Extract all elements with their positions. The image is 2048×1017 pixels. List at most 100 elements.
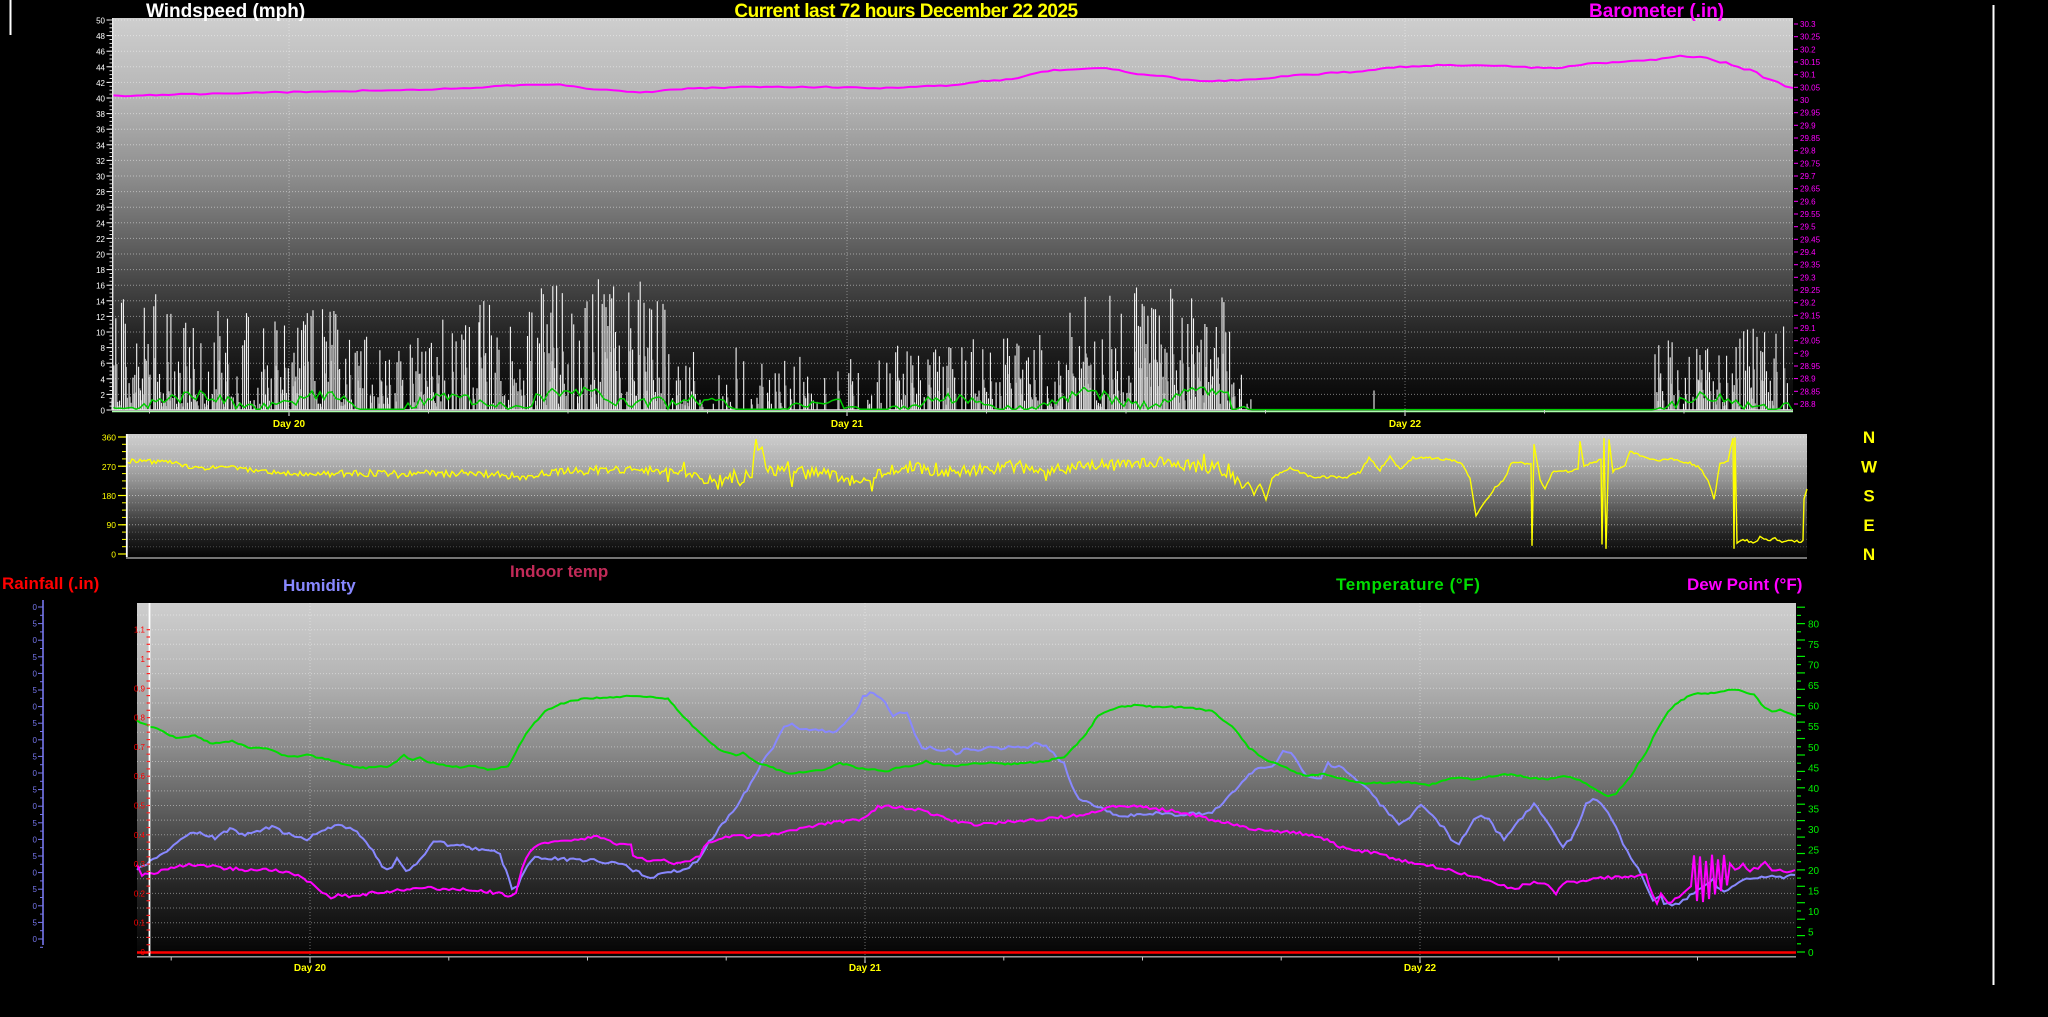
svg-text:Day 22: Day 22 [1389, 419, 1422, 430]
svg-text:0: 0 [33, 703, 38, 712]
svg-text:8: 8 [101, 344, 106, 353]
svg-text:12: 12 [96, 313, 105, 322]
svg-text:24: 24 [96, 219, 105, 228]
svg-text:10: 10 [1808, 907, 1820, 918]
svg-text:29.5: 29.5 [1800, 223, 1816, 232]
svg-text:Temperature (°F): Temperature (°F) [1336, 575, 1481, 594]
svg-text:48: 48 [96, 32, 105, 41]
svg-text:N: N [1863, 428, 1875, 447]
svg-text:Day 22: Day 22 [1404, 963, 1437, 974]
svg-text:80: 80 [1808, 620, 1820, 631]
svg-text:30: 30 [1800, 96, 1809, 105]
svg-text:29.85: 29.85 [1800, 134, 1821, 143]
svg-text:40: 40 [96, 95, 105, 104]
svg-text:Rainfall (.in): Rainfall (.in) [2, 574, 99, 593]
svg-text:40: 40 [1808, 784, 1820, 795]
svg-text:0: 0 [33, 835, 38, 844]
svg-text:60: 60 [1808, 702, 1820, 713]
svg-text:30.3: 30.3 [1800, 20, 1816, 29]
svg-text:26: 26 [96, 204, 105, 213]
svg-text:29.95: 29.95 [1800, 109, 1821, 118]
svg-text:5: 5 [33, 786, 38, 795]
svg-text:0: 0 [33, 802, 38, 811]
svg-text:25: 25 [1808, 845, 1820, 856]
svg-text:0: 0 [33, 935, 38, 944]
svg-text:22: 22 [96, 235, 105, 244]
svg-text:Dew Point (°F): Dew Point (°F) [1687, 575, 1802, 594]
svg-text:38: 38 [96, 110, 105, 119]
svg-text:5: 5 [33, 918, 38, 927]
svg-text:2: 2 [101, 391, 106, 400]
svg-text:S: S [1863, 487, 1874, 506]
svg-text:29.25: 29.25 [1800, 286, 1821, 295]
svg-text:W: W [1861, 457, 1878, 476]
svg-text:30.15: 30.15 [1800, 58, 1821, 67]
svg-text:28.8: 28.8 [1800, 400, 1816, 409]
svg-text:20: 20 [96, 251, 105, 260]
svg-text:18: 18 [96, 266, 105, 275]
svg-text:0.1: 0.1 [134, 919, 146, 928]
svg-text:Day 21: Day 21 [849, 963, 882, 974]
svg-text:44: 44 [96, 63, 105, 72]
svg-text:28.85: 28.85 [1800, 387, 1821, 396]
svg-text:35: 35 [1808, 804, 1820, 815]
svg-text:90: 90 [107, 520, 117, 530]
svg-text:36: 36 [96, 126, 105, 135]
svg-text:Barometer (.in): Barometer (.in) [1589, 1, 1724, 22]
svg-text:0: 0 [33, 669, 38, 678]
svg-text:30.25: 30.25 [1800, 33, 1821, 42]
svg-text:6: 6 [101, 360, 106, 369]
svg-text:5: 5 [33, 686, 38, 695]
svg-text:29: 29 [1800, 349, 1809, 358]
svg-text:32: 32 [96, 157, 105, 166]
svg-text:5: 5 [1808, 928, 1814, 939]
svg-text:0.5: 0.5 [134, 802, 146, 811]
svg-text:0: 0 [33, 869, 38, 878]
svg-text:29.6: 29.6 [1800, 197, 1816, 206]
svg-text:45: 45 [1808, 763, 1820, 774]
svg-text:29.35: 29.35 [1800, 261, 1821, 270]
svg-text:5: 5 [33, 852, 38, 861]
svg-text:50: 50 [1808, 743, 1820, 754]
svg-text:30: 30 [96, 173, 105, 182]
svg-text:180: 180 [102, 491, 116, 501]
svg-text:Day 21: Day 21 [831, 419, 864, 430]
svg-text:N: N [1863, 545, 1875, 564]
svg-text:1.1: 1.1 [134, 626, 146, 635]
svg-text:Day 20: Day 20 [273, 419, 306, 430]
svg-text:29.55: 29.55 [1800, 210, 1821, 219]
svg-text:14: 14 [96, 297, 105, 306]
svg-text:46: 46 [96, 48, 105, 57]
svg-text:0: 0 [141, 948, 146, 957]
svg-text:29.3: 29.3 [1800, 273, 1816, 282]
svg-text:270: 270 [102, 462, 116, 472]
svg-text:0: 0 [33, 736, 38, 745]
svg-text:29.65: 29.65 [1800, 185, 1821, 194]
svg-text:0.8: 0.8 [134, 714, 146, 723]
svg-text:29.9: 29.9 [1800, 121, 1816, 130]
svg-text:28: 28 [96, 188, 105, 197]
svg-text:0.9: 0.9 [134, 684, 146, 693]
svg-text:5: 5 [33, 819, 38, 828]
svg-text:29.7: 29.7 [1800, 172, 1816, 181]
svg-text:0.2: 0.2 [134, 889, 146, 898]
svg-text:30.2: 30.2 [1800, 45, 1816, 54]
svg-text:34: 34 [96, 141, 105, 150]
svg-text:0: 0 [33, 603, 38, 612]
svg-text:30: 30 [1808, 825, 1820, 836]
svg-text:Current last 72 hours December: Current last 72 hours December 22 2025 [734, 1, 1078, 22]
svg-text:5: 5 [33, 752, 38, 761]
svg-text:10: 10 [96, 329, 105, 338]
svg-text:75: 75 [1808, 640, 1820, 651]
svg-text:0.3: 0.3 [134, 860, 146, 869]
svg-text:30.05: 30.05 [1800, 83, 1821, 92]
svg-text:55: 55 [1808, 722, 1820, 733]
svg-text:0.7: 0.7 [134, 743, 146, 752]
svg-text:15: 15 [1808, 886, 1820, 897]
svg-text:Indoor temp: Indoor temp [510, 562, 608, 581]
svg-text:28.9: 28.9 [1800, 375, 1816, 384]
svg-text:0.6: 0.6 [134, 772, 146, 781]
svg-text:0: 0 [33, 902, 38, 911]
svg-text:29.1: 29.1 [1800, 324, 1816, 333]
svg-text:0: 0 [111, 550, 116, 560]
